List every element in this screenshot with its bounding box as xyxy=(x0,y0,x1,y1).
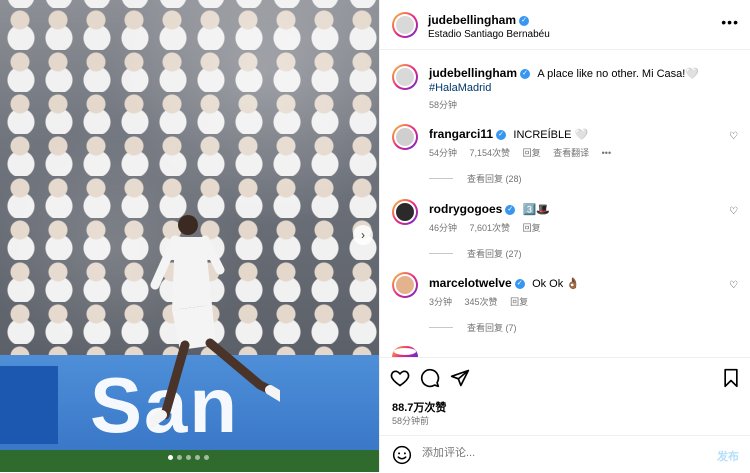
advertising-board-logo xyxy=(0,366,58,444)
comment-time: 54分钟 xyxy=(429,148,458,158)
comment-avatar[interactable] xyxy=(392,124,418,150)
post-details-panel: judebellingham ✓ Estadio Santiago Bernabé… xyxy=(379,0,750,472)
comment-likes[interactable]: 7,154次赞 xyxy=(470,148,511,158)
comment-reply-button[interactable]: 回复 xyxy=(523,223,541,233)
more-options-icon[interactable]: ••• xyxy=(721,14,739,30)
caption-text: A place like no other. Mi Casa!🤍 xyxy=(537,68,700,80)
comment-meta: 3分钟 345次赞 回复 xyxy=(429,295,538,308)
verified-icon: ✓ xyxy=(520,68,531,79)
comment-meta: 46分钟 7,601次赞 回复 xyxy=(429,221,551,234)
comment-username[interactable]: frangarci11 xyxy=(429,127,493,141)
verified-icon: ✓ xyxy=(519,15,530,26)
comment-translate-button[interactable]: 查看翻译 xyxy=(553,148,589,158)
caption-time: 58分钟 xyxy=(429,100,458,110)
comment-avatar[interactable] xyxy=(392,199,418,225)
next-photo-button[interactable]: › xyxy=(353,225,373,245)
comment-username[interactable]: marcelotwelve xyxy=(429,276,512,290)
post-comment-button[interactable]: 发布 xyxy=(717,448,739,464)
verified-icon: ✓ xyxy=(505,204,516,215)
comment-row: marcelotwelve ✓ Ok Ok 👌🏾 xyxy=(429,276,580,290)
comment-reply-button[interactable]: 回复 xyxy=(510,297,528,307)
comment-username[interactable]: rodrygogoes xyxy=(429,202,502,216)
like-icon[interactable] xyxy=(390,368,410,388)
post-location[interactable]: Estadio Santiago Bernabéu xyxy=(428,29,550,40)
post-photo[interactable]: San › xyxy=(0,0,379,472)
comment-like-icon[interactable]: ♡ xyxy=(729,280,738,291)
comment-more-icon[interactable]: ••• xyxy=(602,148,611,158)
carousel-dot xyxy=(195,455,200,460)
add-comment-row: 发布 xyxy=(380,435,750,473)
comment-likes[interactable]: 345次赞 xyxy=(465,297,498,307)
comment-row: frangarci11 ✓ INCREÍBLE 🤍 xyxy=(429,127,588,141)
caption-avatar[interactable] xyxy=(392,64,418,90)
caption-hashtag[interactable]: #HalaMadrid xyxy=(429,82,491,94)
verified-icon: ✓ xyxy=(496,129,507,140)
instagram-post-view: San › judebell xyxy=(0,0,750,472)
verified-icon: ✓ xyxy=(514,278,525,289)
comment-row: rodrygogoes ✓ 3️⃣🎩 xyxy=(429,202,550,216)
emoji-icon[interactable] xyxy=(392,445,412,465)
share-icon[interactable] xyxy=(450,368,470,388)
view-replies-button[interactable]: 查看回复 (7) xyxy=(429,321,517,334)
comment-likes[interactable]: 7,601次赞 xyxy=(470,223,511,233)
view-replies-button[interactable]: 查看回复 (27) xyxy=(429,247,522,260)
comment-like-icon[interactable]: ♡ xyxy=(729,206,738,217)
comment-avatar[interactable] xyxy=(392,346,418,357)
post-time: 58分钟前 xyxy=(392,416,430,426)
like-count[interactable]: 88.7万次赞 xyxy=(392,399,446,415)
carousel-dot xyxy=(186,455,191,460)
comment-input[interactable] xyxy=(422,447,672,459)
comment-time: 3分钟 xyxy=(429,297,453,307)
pitch xyxy=(0,450,379,472)
carousel-dot xyxy=(204,455,209,460)
caption-username[interactable]: judebellingham xyxy=(429,66,517,80)
author-avatar[interactable] xyxy=(392,12,418,38)
comment-text: INCREÍBLE 🤍 xyxy=(513,129,589,141)
comment-reply-button[interactable]: 回复 xyxy=(523,148,541,158)
comment-avatar[interactable] xyxy=(392,272,418,298)
view-replies-button[interactable]: 查看回复 (28) xyxy=(429,172,522,185)
post-actions: 88.7万次赞 58分钟前 发布 xyxy=(380,357,750,472)
player-figure xyxy=(150,215,280,430)
comment-meta: 54分钟 7,154次赞 回复 查看翻译 ••• xyxy=(429,146,621,159)
comment-like-icon[interactable]: ♡ xyxy=(729,131,738,142)
carousel-dot xyxy=(168,455,173,460)
carousel-dots xyxy=(168,455,209,460)
comment-text: 3️⃣🎩 xyxy=(522,204,551,216)
bookmark-icon[interactable] xyxy=(721,368,741,388)
comment-icon[interactable] xyxy=(420,368,440,388)
comment-text: Ok Ok 👌🏾 xyxy=(532,278,580,290)
post-header: judebellingham ✓ Estadio Santiago Bernabé… xyxy=(380,0,750,50)
caption-row: judebellingham ✓ A place like no other. M… xyxy=(429,66,699,80)
author-username[interactable]: judebellingham ✓ xyxy=(428,13,530,27)
comment-time: 46分钟 xyxy=(429,223,458,233)
carousel-dot xyxy=(177,455,182,460)
